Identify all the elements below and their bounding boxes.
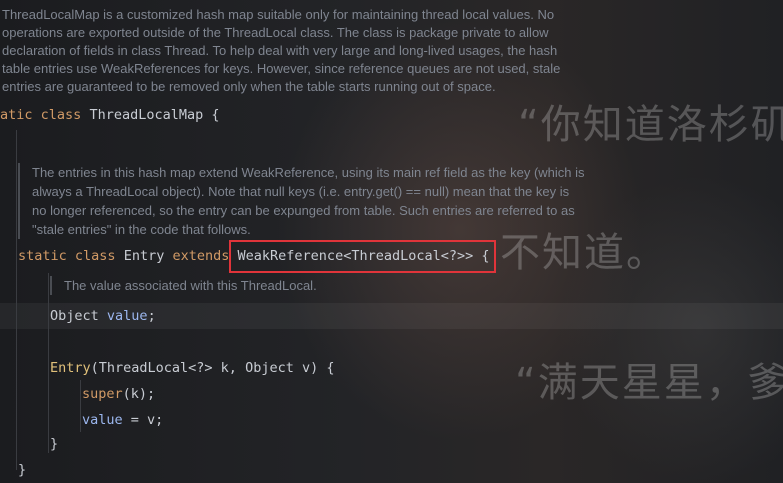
doc-line: "stale entries" in the code that follows… — [32, 222, 251, 237]
class-name: ThreadLocalMap — [89, 107, 204, 123]
doc-line: The value associated with this ThreadLoc… — [64, 278, 317, 293]
keyword-class: class — [40, 107, 82, 123]
constructor-params: (ThreadLocal<?> k, Object v) { — [90, 360, 335, 376]
indent-guide — [80, 380, 81, 432]
keyword-static: atic — [0, 107, 33, 123]
constructor-close-brace[interactable]: } — [50, 434, 58, 454]
doc-line: table entries use WeakReferences for key… — [2, 61, 561, 76]
open-brace: { — [211, 107, 220, 123]
class-name: Entry — [123, 248, 165, 264]
entry-doc-comment: The entries in this hash map extend Weak… — [18, 163, 652, 239]
field-declaration[interactable]: Object value; — [50, 306, 156, 326]
super-call-line[interactable]: super(k); — [82, 384, 155, 404]
doc-line: no longer referenced, so the entry can b… — [32, 203, 575, 218]
assigned-field: value — [82, 412, 123, 428]
doc-line: always a ThreadLocal object). Note that … — [32, 184, 570, 199]
highlight-box — [229, 240, 496, 273]
field-type: Object — [50, 308, 99, 324]
keyword-static: static — [18, 248, 67, 264]
keyword-extends: extends — [172, 248, 230, 264]
indent-guide — [48, 273, 49, 453]
indent-guide — [16, 130, 17, 470]
keyword-super: super — [82, 386, 123, 402]
doc-line: entries are guaranteed to be removed onl… — [2, 79, 496, 94]
value-doc-comment: The value associated with this ThreadLoc… — [50, 276, 317, 295]
keyword-class: class — [74, 248, 116, 264]
doc-line: The entries in this hash map extend Weak… — [32, 165, 585, 180]
doc-line: declaration of fields in class Thread. T… — [2, 43, 558, 58]
wallpaper-text-1: “你知道洛杉矶 — [518, 102, 783, 148]
class-declaration[interactable]: atic class ThreadLocalMap { — [0, 105, 220, 125]
assignment-rest: = v; — [122, 412, 164, 428]
doc-line: operations are exported outside of the T… — [2, 25, 549, 40]
super-args: (k); — [122, 386, 156, 402]
doc-line: ThreadLocalMap is a customized hash map … — [2, 7, 555, 22]
class-doc-comment: ThreadLocalMap is a customized hash map … — [2, 6, 560, 96]
assignment-line[interactable]: value = v; — [82, 410, 163, 430]
wallpaper-text-3: “满天星星，爹 — [515, 360, 783, 406]
constructor-declaration[interactable]: Entry(ThreadLocal<?> k, Object v) { — [50, 358, 334, 378]
entry-class-close-brace[interactable]: } — [18, 460, 26, 480]
constructor-name: Entry — [50, 360, 91, 376]
semicolon: ; — [147, 308, 156, 324]
field-name: value — [106, 308, 148, 324]
